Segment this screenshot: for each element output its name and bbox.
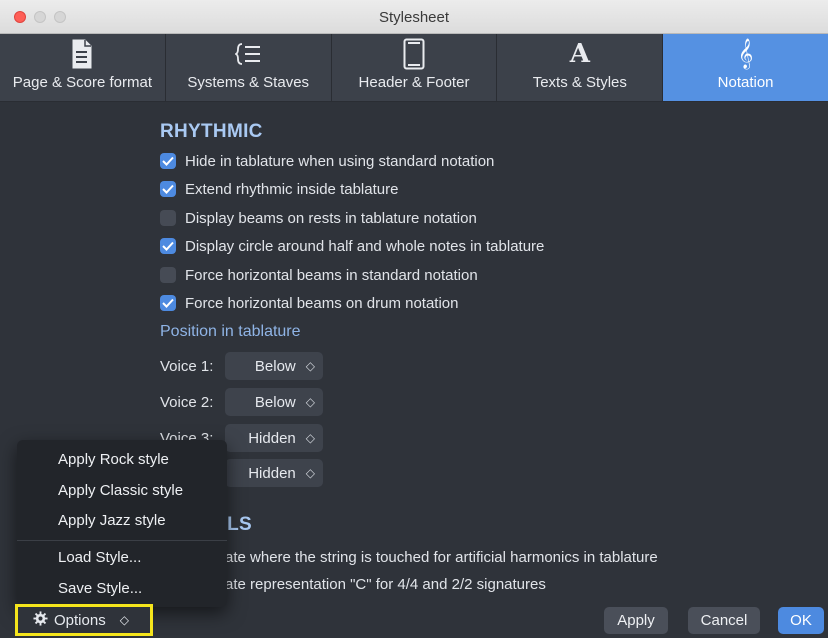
voice-3-select[interactable]: Hidden ◇ bbox=[225, 424, 323, 452]
option-label: Display circle around half and whole not… bbox=[185, 237, 545, 255]
checkmark-icon bbox=[162, 241, 174, 251]
updown-chevron-icon: ◇ bbox=[305, 466, 315, 480]
tab-notation[interactable]: 𝄞 Notation bbox=[663, 34, 828, 101]
tab-texts-styles[interactable]: A Texts & Styles bbox=[497, 34, 664, 101]
checkbox-checked[interactable] bbox=[160, 181, 176, 197]
voice-1-label: Voice 1: bbox=[160, 358, 214, 375]
select-value: Below bbox=[254, 357, 296, 375]
tab-page-score-format[interactable]: Page & Score format bbox=[0, 34, 166, 101]
voice-1-select[interactable]: Below ◇ bbox=[225, 352, 323, 380]
treble-clef-icon: 𝄞 bbox=[737, 38, 754, 69]
tab-systems-staves[interactable]: Systems & Staves bbox=[166, 34, 332, 101]
option-force-horizontal-drum[interactable]: Force horizontal beams on drum notation bbox=[160, 292, 458, 314]
cancel-button[interactable]: Cancel bbox=[688, 607, 760, 634]
menu-item-apply-jazz-style[interactable]: Apply Jazz style bbox=[58, 512, 166, 529]
option-label: Hide in tablature when using standard no… bbox=[185, 152, 495, 170]
option-force-horizontal-standard[interactable]: Force horizontal beams in standard notat… bbox=[160, 264, 478, 286]
checkbox-checked[interactable] bbox=[160, 295, 176, 311]
tab-label: Header & Footer bbox=[358, 74, 470, 91]
select-value: Below bbox=[254, 393, 296, 411]
checkmark-icon bbox=[162, 184, 174, 194]
option-display-beams-on-rests[interactable]: Display beams on rests in tablature nota… bbox=[160, 207, 477, 229]
option-label: ate representation "C" for 4/4 and 2/2 s… bbox=[225, 575, 546, 593]
option-c-representation: ate representation "C" for 4/4 and 2/2 s… bbox=[225, 573, 546, 595]
apply-button[interactable]: Apply bbox=[604, 607, 668, 634]
options-button[interactable]: Options ◇ bbox=[15, 604, 153, 636]
checkbox-unchecked[interactable] bbox=[160, 210, 176, 226]
tab-label: Texts & Styles bbox=[532, 74, 627, 91]
menu-item-save-style[interactable]: Save Style... bbox=[58, 580, 142, 597]
updown-chevron-icon: ◇ bbox=[119, 613, 129, 627]
option-label: ate where the string is touched for arti… bbox=[225, 548, 658, 566]
option-extend-rhythmic[interactable]: Extend rhythmic inside tablature bbox=[160, 178, 398, 200]
voice-4-select[interactable]: Hidden ◇ bbox=[225, 459, 323, 487]
tablet-icon bbox=[403, 34, 425, 74]
voice-2-select[interactable]: Below ◇ bbox=[225, 388, 323, 416]
tab-label: Notation bbox=[717, 74, 774, 91]
page-icon bbox=[71, 34, 93, 74]
checkmark-icon bbox=[162, 156, 174, 166]
window-title: Stylesheet bbox=[378, 9, 450, 26]
updown-chevron-icon: ◇ bbox=[305, 431, 315, 445]
updown-chevron-icon: ◇ bbox=[305, 395, 315, 409]
tab-bar: Page & Score format Systems & Staves Hea… bbox=[0, 34, 828, 102]
ok-button[interactable]: OK bbox=[778, 607, 824, 634]
option-artificial-harmonics: ate where the string is touched for arti… bbox=[225, 546, 658, 568]
updown-chevron-icon: ◇ bbox=[305, 359, 315, 373]
option-label: Extend rhythmic inside tablature bbox=[185, 180, 399, 198]
select-value: Hidden bbox=[248, 464, 296, 482]
menu-separator bbox=[17, 540, 227, 541]
option-display-circle[interactable]: Display circle around half and whole not… bbox=[160, 235, 544, 257]
position-in-tablature-heading: Position in tablature bbox=[160, 323, 301, 340]
option-hide-in-tablature[interactable]: Hide in tablature when using standard no… bbox=[160, 150, 494, 172]
tab-header-footer[interactable]: Header & Footer bbox=[332, 34, 498, 101]
section-title-rhythmic: RHYTHMIC bbox=[160, 121, 263, 142]
select-value: Hidden bbox=[248, 429, 296, 447]
menu-item-apply-rock-style[interactable]: Apply Rock style bbox=[58, 451, 169, 468]
menu-item-load-style[interactable]: Load Style... bbox=[58, 549, 141, 566]
gear-icon bbox=[33, 610, 48, 630]
options-menu: Apply Rock style Apply Classic style App… bbox=[17, 440, 227, 607]
letter-a-icon: A bbox=[569, 39, 590, 69]
checkbox-checked[interactable] bbox=[160, 238, 176, 254]
options-button-label: Options bbox=[54, 611, 106, 629]
voice-2-label: Voice 2: bbox=[160, 394, 214, 411]
option-label: Force horizontal beams in standard notat… bbox=[185, 266, 478, 284]
list-icon bbox=[235, 34, 261, 74]
checkbox-checked[interactable] bbox=[160, 153, 176, 169]
tab-label: Page & Score format bbox=[12, 74, 153, 91]
checkmark-icon bbox=[162, 298, 174, 308]
stylesheet-window: Stylesheet Page & Score format Systems &… bbox=[0, 0, 828, 638]
title-bar: Stylesheet bbox=[0, 0, 828, 34]
menu-item-apply-classic-style[interactable]: Apply Classic style bbox=[58, 482, 183, 499]
checkbox-unchecked[interactable] bbox=[160, 267, 176, 283]
option-label: Force horizontal beams on drum notation bbox=[185, 294, 459, 312]
option-label: Display beams on rests in tablature nota… bbox=[185, 209, 477, 227]
tab-label: Systems & Staves bbox=[187, 74, 310, 91]
